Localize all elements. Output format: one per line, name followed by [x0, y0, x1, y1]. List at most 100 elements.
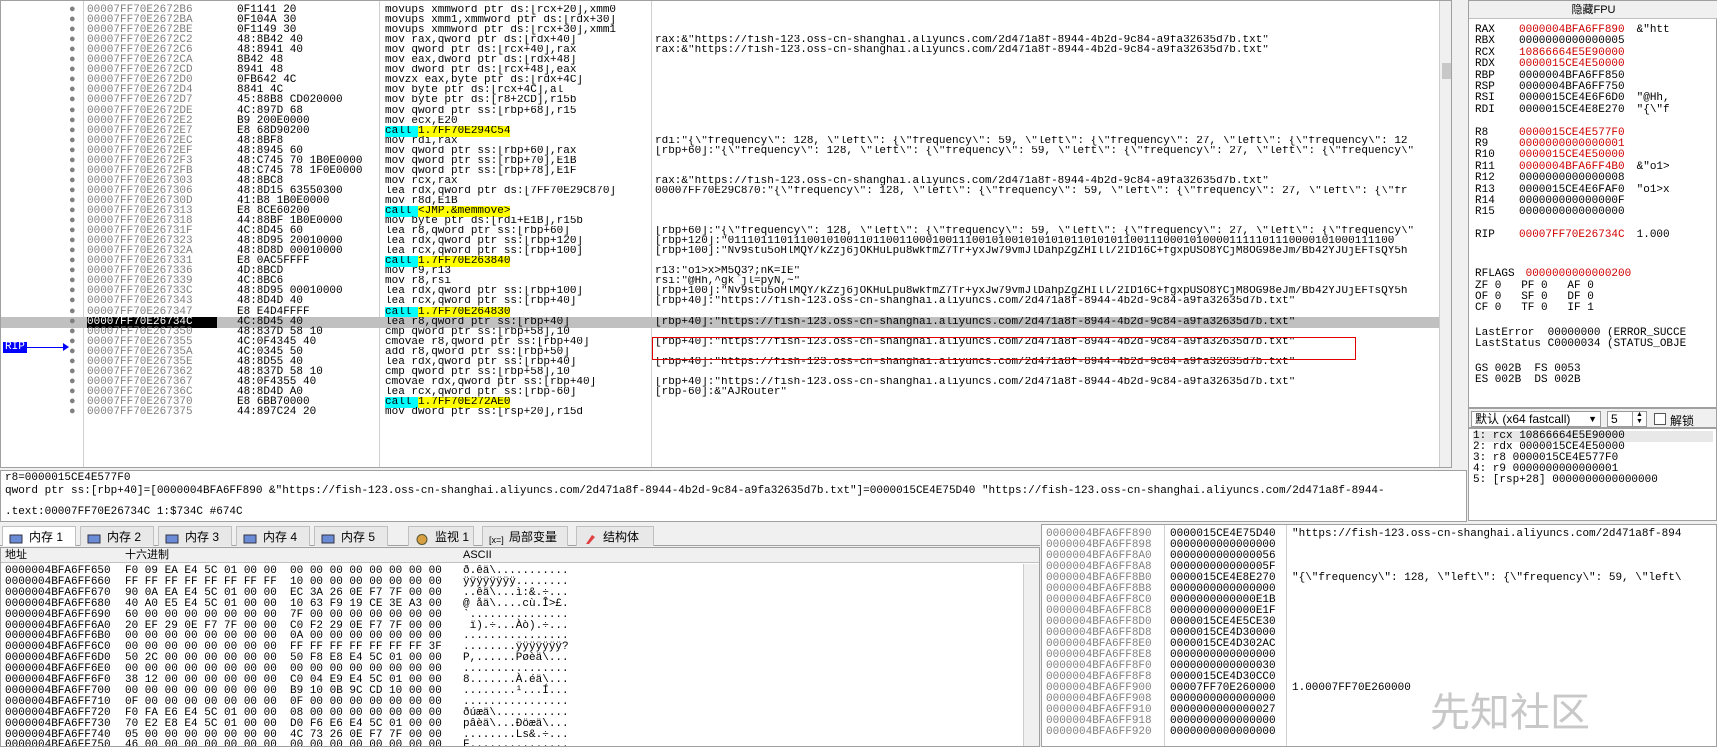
argument-count-spinner[interactable]: ▲ ▼ — [1632, 411, 1646, 427]
register-value: 0000015CE4E577F0 — [1519, 126, 1625, 139]
register-row[interactable]: RSP 0000004BFA6FF750 — [1475, 82, 1637, 93]
register-name: R15 — [1475, 206, 1495, 219]
register-value: 0000000000000005 — [1519, 35, 1625, 48]
info-line: qword ptr ss:[rbp+40]=[0000004BFA6FF890 … — [5, 485, 1385, 497]
watermark-text: 先知社区 — [1430, 691, 1590, 735]
stack-view[interactable]: 0000004BFA6FF890 0000015CE4E75D40 "https:/… — [1041, 524, 1717, 747]
unlock-checkbox[interactable] — [1654, 413, 1666, 425]
segment-row[interactable]: ES 002B DS 002B — [1475, 375, 1581, 386]
register-row[interactable]: RBP 0000004BFA6FF850 — [1475, 69, 1637, 82]
tab-memory-3[interactable]: 内存 3 — [158, 526, 232, 546]
memory-dump-view[interactable]: 地址 十六进制 ASCII 0000004BFA6FF650 F0 09 EA E… — [0, 547, 1040, 747]
disasm-row[interactable]: ● 00007FF70E267375 44:897C24 20 mov dword p… — [1, 407, 1439, 418]
register-info: 1.000 — [1636, 229, 1670, 242]
register-name: R13 — [1475, 183, 1495, 196]
register-row[interactable]: RCX 10866664E5E90000 — [1475, 46, 1637, 59]
register-panel[interactable]: 隐藏FPU RAX 0000004BFA6FF890 &"htt RBX 0000000… — [1468, 0, 1717, 408]
calling-convention-bar: 默认 (x64 fastcall) ▼ 5 ▲ ▼ 解锁 — [1468, 408, 1717, 428]
watch-icon — [415, 531, 429, 545]
register-row[interactable]: R11 0000004BFA6FF4B0 &"o1> — [1475, 161, 1670, 173]
register-row[interactable]: RDX 0000015CE4E50000 — [1475, 59, 1637, 70]
rflags-row[interactable]: RFLAGS 0000000000000200 — [1475, 269, 1631, 280]
register-info: "{\"f — [1636, 103, 1670, 116]
register-value: 0000004BFA6FF890 — [1519, 24, 1625, 36]
laststatus-row[interactable]: LastStatus C0000034 (STATUS_OBJE — [1475, 339, 1686, 350]
register-value: 0000000000000000 — [1519, 206, 1625, 219]
register-name: RBX — [1475, 35, 1495, 48]
register-value: 10866664E5E90000 — [1519, 46, 1625, 59]
tab-label: 内存 1 — [29, 530, 64, 544]
register-name: R8 — [1475, 126, 1489, 139]
register-name: RSP — [1475, 81, 1495, 93]
disassembly-view[interactable]: ● 00007FF70E2672B6 0F1141 20 movups xmmword… — [0, 0, 1452, 468]
breakpoint-dot-icon[interactable]: ● — [69, 407, 79, 418]
tab-memory-1[interactable]: 内存 1 — [2, 526, 76, 546]
tab-locals[interactable]: [x=] 局部变量 — [482, 526, 568, 546]
register-name: R9 — [1475, 138, 1489, 150]
tab-label: 内存 3 — [185, 530, 220, 544]
tab-watch-1[interactable]: 监视 1 — [408, 526, 474, 546]
calling-convention-select[interactable]: 默认 (x64 fastcall) ▼ — [1471, 411, 1601, 427]
register-row[interactable]: R10 0000015CE4E50000 — [1475, 150, 1637, 161]
register-info: "o1>x — [1636, 183, 1670, 196]
tab-memory-4[interactable]: 内存 4 — [236, 526, 310, 546]
argument-count-value: 5 — [1611, 412, 1618, 426]
register-name: RIP — [1475, 229, 1495, 242]
unlock-label: 解锁 — [1670, 414, 1695, 428]
register-value: 0000015CE4E50000 — [1519, 58, 1625, 71]
tab-memory-2[interactable]: 内存 2 — [80, 526, 154, 546]
register-value: 0000000000000001 — [1519, 138, 1625, 150]
flags-row[interactable]: CF 0 TF 0 IF 1 — [1475, 303, 1594, 314]
tab-memory-5[interactable]: 内存 5 — [314, 526, 388, 546]
register-info: "@Hh, — [1636, 92, 1670, 105]
register-row[interactable]: R12 0000000000000008 — [1475, 173, 1637, 184]
column-separator — [1286, 525, 1287, 746]
x64dbg-window: ● 00007FF70E2672B6 0F1141 20 movups xmmword… — [0, 0, 1717, 747]
register-row[interactable]: R13 0000015CE4E6FAF0 "o1>x — [1475, 183, 1670, 196]
dump-ascii: `............... — [463, 608, 569, 621]
register-value: 0000004BFA6FF850 — [1519, 69, 1625, 82]
dump-address: 0000004BFA6FF730 — [5, 717, 111, 730]
register-name: RDX — [1475, 58, 1495, 71]
dump-scrollbar[interactable] — [1023, 564, 1039, 746]
dump-hex: 60 00 00 00 00 00 00 00 7F 00 00 00 00 0… — [125, 608, 442, 621]
rflags-label: RFLAGS — [1475, 268, 1515, 280]
rip-label: RIP — [3, 341, 27, 353]
tab-label: 监视 1 — [435, 530, 470, 544]
arguments-panel[interactable]: 1: rcx 10866664E5E90000 2: rdx 0000015CE… — [1468, 428, 1717, 521]
calling-convention-value: 默认 (x64 fastcall) — [1475, 412, 1571, 426]
register-row[interactable]: R14 000000000000000F — [1475, 196, 1637, 207]
register-row[interactable]: R15 0000000000000000 — [1475, 207, 1637, 218]
register-row[interactable]: RBX 0000000000000005 — [1475, 36, 1637, 47]
rip-arrow-head-icon — [63, 343, 69, 351]
hide-fpu-button[interactable]: 隐藏FPU — [1469, 1, 1717, 19]
register-row[interactable] — [1475, 219, 1531, 230]
highlight-annotation-box — [652, 337, 1356, 360]
column-header-hex: 十六进制 — [125, 549, 169, 561]
disasm-instruction: mov dword ptr ss:[rsp+20],r15d — [385, 407, 584, 418]
register-row[interactable] — [1475, 116, 1531, 127]
scrollbar-thumb[interactable] — [1442, 63, 1451, 79]
register-row[interactable]: RIP 00007FF70E26734C 1.000 — [1475, 230, 1670, 241]
register-row[interactable]: RAX 0000004BFA6FF890 &"htt — [1475, 25, 1670, 36]
column-separator — [1164, 525, 1165, 746]
spin-up-icon: ▲ — [1636, 411, 1643, 418]
tab-struct[interactable]: 结构体 — [576, 526, 654, 546]
register-name: RAX — [1475, 24, 1495, 36]
rflags-value: 0000000000000200 — [1525, 268, 1632, 280]
register-row[interactable]: RSI 0000015CE4E6F6D0 "@Hh, — [1475, 93, 1670, 104]
register-name: RDI — [1475, 103, 1495, 116]
register-row[interactable]: RDI 0000015CE4E8E270 "{\"f — [1475, 103, 1670, 116]
register-name: RSI — [1475, 92, 1495, 105]
register-value: 0000004BFA6FF750 — [1519, 81, 1625, 93]
memory-tab-bar: 内存 1 内存 2 内存 3 内存 4 内存 5 监视 1 [x=] 局部变量 结… — [0, 524, 1040, 546]
disassembly-scrollbar[interactable] — [1439, 1, 1451, 467]
argument-row[interactable]: 5: [rsp+28] 0000000000000000 — [1473, 475, 1658, 486]
disasm-address: 00007FF70E267375 — [87, 406, 193, 418]
stack-address: 0000004BFA6FF920 — [1046, 726, 1152, 738]
register-name: RCX — [1475, 46, 1495, 59]
register-row[interactable]: R9 0000000000000001 — [1475, 139, 1637, 150]
register-row[interactable]: R8 0000015CE4E577F0 — [1475, 126, 1637, 139]
dump-hex: 70 E2 E8 E4 5C 01 00 00 D0 F6 E6 E4 5C 0… — [125, 717, 442, 730]
spin-down-icon: ▼ — [1636, 418, 1643, 425]
